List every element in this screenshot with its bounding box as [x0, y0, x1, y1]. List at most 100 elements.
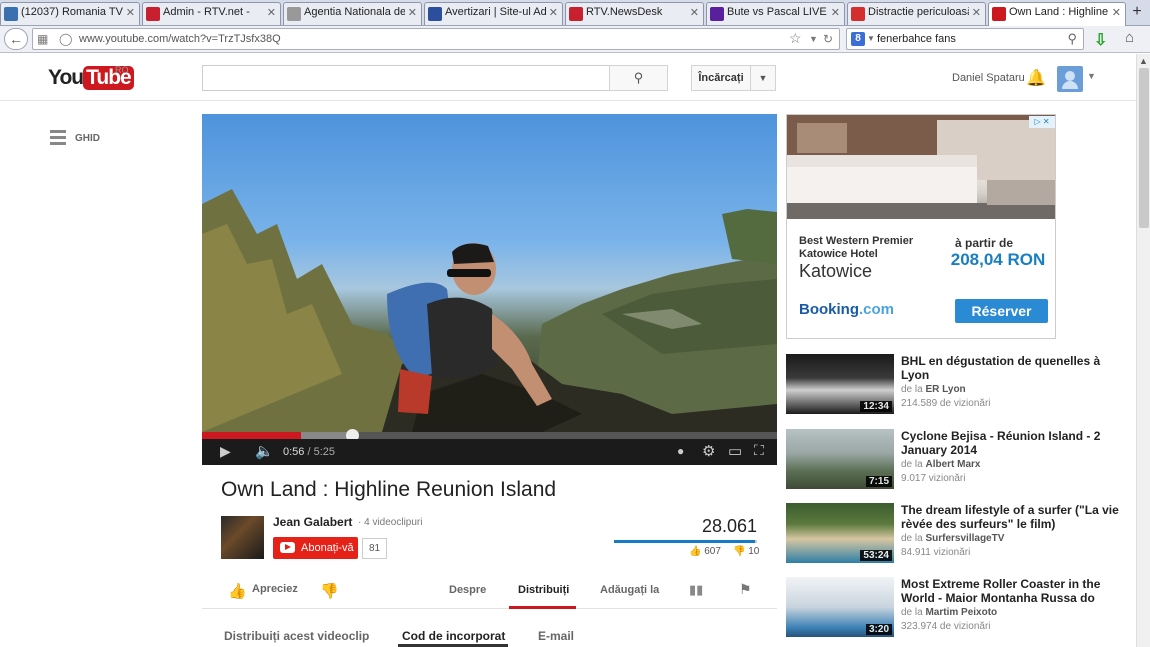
logo-region: RO: [115, 65, 129, 75]
upload-menu-button[interactable]: ▼: [750, 65, 776, 91]
browser-tab[interactable]: Avertizari | Site-ul Ad... ✕: [424, 2, 563, 25]
scrollbar-thumb[interactable]: [1139, 68, 1149, 228]
likes-count[interactable]: 👍 607: [689, 546, 721, 557]
browser-tab[interactable]: Distractie periculoasă...✕: [847, 2, 986, 25]
youtube-logo[interactable]: You Tube RO: [48, 65, 134, 90]
video-player[interactable]: ▶ 🔈 0:56 / 5:25 ● ⚙ ▭ ⛶: [202, 114, 777, 465]
hotel-room-scene: [787, 115, 1055, 219]
related-video-item[interactable]: 7:15 Cyclone Bejisa - Réunion Island - 2 …: [786, 429, 1126, 491]
fullscreen-icon[interactable]: ⛶: [754, 442, 764, 459]
upload-button[interactable]: Încărcați: [691, 65, 751, 91]
browser-tab[interactable]: Bute vs Pascal LIVE B...✕: [706, 2, 845, 25]
stats-icon[interactable]: ▮▮: [689, 582, 703, 598]
flag-icon[interactable]: ⚑: [739, 581, 752, 598]
browser-search-box[interactable]: 8 ▼ fenerbahce fans ⚲: [846, 28, 1084, 50]
rtv-icon: [569, 7, 583, 21]
browser-tab[interactable]: (12037) Romania TV ...✕: [0, 2, 140, 25]
subscribe-button[interactable]: Abonați-vă: [273, 537, 358, 559]
youtube-search-input[interactable]: [202, 65, 610, 91]
avatar[interactable]: [1057, 66, 1083, 92]
tab-email[interactable]: E-mail: [538, 629, 574, 643]
back-button[interactable]: ←: [4, 28, 28, 50]
video-progress-bar[interactable]: [202, 429, 777, 442]
video-thumbnail[interactable]: 7:15: [786, 429, 894, 489]
new-tab-button[interactable]: +: [1128, 4, 1146, 22]
channel-link[interactable]: SurfersvillageTV: [925, 533, 1004, 544]
close-tab-icon[interactable]: ✕: [690, 6, 699, 19]
close-tab-icon[interactable]: ✕: [972, 6, 981, 19]
booking-logo: Booking.com: [799, 301, 894, 318]
video-frame[interactable]: [202, 114, 777, 432]
search-engine-icon[interactable]: 8: [851, 32, 865, 46]
like-button-icon[interactable]: 👍: [228, 582, 247, 600]
video-thumbnail[interactable]: 3:20: [786, 577, 894, 637]
like-button[interactable]: Apreciez: [252, 583, 298, 595]
related-video-item[interactable]: 12:34 BHL en dégustation de quenelles à L…: [786, 354, 1126, 416]
reload-icon[interactable]: ↻: [823, 32, 833, 46]
related-video-item[interactable]: 3:20 Most Extreme Roller Coaster in the W…: [786, 577, 1126, 639]
download-icon[interactable]: ⇩: [1094, 30, 1107, 50]
close-tab-icon[interactable]: ✕: [549, 6, 558, 19]
ad-choices-icon[interactable]: ▷ ✕: [1029, 116, 1055, 128]
notifications-bell-icon[interactable]: 🔔: [1026, 68, 1046, 88]
search-engine-dropdown-icon[interactable]: ▼: [867, 34, 875, 43]
site-identity-icon[interactable]: ◯: [59, 32, 72, 46]
related-video-title[interactable]: Most Extreme Roller Coaster in the World…: [901, 577, 1126, 605]
browser-tab[interactable]: RTV.NewsDesk ✕: [565, 2, 704, 25]
play-icon[interactable]: ▶: [220, 443, 231, 460]
youtube-play-icon: [280, 542, 295, 553]
bookmark-star-icon[interactable]: ☆: [789, 30, 802, 47]
ad-from-label: à partir de: [955, 236, 1014, 250]
watch-later-icon[interactable]: ●: [677, 444, 684, 458]
browser-tab[interactable]: Agentia Nationala de ...✕: [283, 2, 422, 25]
channel-link[interactable]: ER Lyon: [925, 384, 965, 395]
settings-gear-icon[interactable]: ⚙: [702, 442, 715, 460]
dislikes-count[interactable]: 👎 10: [733, 546, 759, 557]
browser-tab[interactable]: Admin - RTV.net - ✕: [142, 2, 281, 25]
page-scrollbar[interactable]: ▲: [1136, 54, 1150, 647]
home-icon[interactable]: ⌂: [1125, 29, 1134, 46]
channel-avatar[interactable]: [221, 516, 264, 559]
related-video-title[interactable]: BHL en dégustation de quenelles à Lyon: [901, 354, 1126, 382]
scroll-up-icon[interactable]: ▲: [1139, 56, 1148, 66]
related-video-title[interactable]: Cyclone Bejisa - Réunion Island - 2 Janu…: [901, 429, 1126, 457]
video-thumbnail[interactable]: 12:34: [786, 354, 894, 414]
theater-mode-icon[interactable]: ▭: [728, 442, 742, 460]
dislike-button-icon[interactable]: 👎: [320, 582, 339, 600]
dislikes-value: 10: [748, 546, 760, 557]
search-icon[interactable]: ⚲: [1067, 31, 1077, 47]
close-tab-icon[interactable]: ✕: [408, 6, 417, 19]
url-text[interactable]: www.youtube.com/watch?v=TrzTJsfx38Q: [79, 33, 281, 45]
channel-video-count[interactable]: · 4 videoclipuri: [358, 517, 422, 528]
channel-name[interactable]: Jean Galabert: [273, 515, 352, 529]
channel-link[interactable]: Martim Peixoto: [925, 607, 997, 618]
search-input[interactable]: fenerbahce fans: [877, 33, 956, 45]
history-dropdown-icon[interactable]: ▼: [809, 34, 818, 44]
close-tab-icon[interactable]: ✕: [1112, 6, 1121, 19]
close-tab-icon[interactable]: ✕: [126, 6, 135, 19]
tab-share[interactable]: Distribuiți: [518, 584, 569, 596]
video-thumbnail[interactable]: 53:24: [786, 503, 894, 563]
address-bar[interactable]: ▦ ◯ www.youtube.com/watch?v=TrzTJsfx38Q …: [32, 28, 840, 50]
volume-icon[interactable]: 🔈: [255, 442, 274, 460]
youtube-search-button[interactable]: ⚲: [609, 65, 668, 91]
related-video-item[interactable]: 53:24 The dream lifestyle of a surfer ("L…: [786, 503, 1126, 565]
hotel-ad[interactable]: ▷ ✕ Best Western Premier Katowice Hotel …: [786, 114, 1056, 339]
account-menu-chevron-icon[interactable]: ▼: [1087, 71, 1096, 81]
tab-about[interactable]: Despre: [449, 584, 486, 596]
hotel-room-image[interactable]: ▷ ✕: [787, 115, 1055, 219]
user-name[interactable]: Daniel Spataru: [952, 72, 1025, 84]
reserve-button[interactable]: Réserver: [955, 299, 1048, 323]
close-tab-icon[interactable]: ✕: [267, 6, 276, 19]
browser-tab-label: (12037) Romania TV ...: [21, 6, 123, 18]
related-video-title[interactable]: The dream lifestyle of a surfer ("La vie…: [901, 503, 1126, 531]
browser-tab[interactable]: Own Land : Highline ...✕: [988, 2, 1126, 26]
tab-embed-code[interactable]: Cod de incorporat: [402, 629, 505, 643]
tab-share-video[interactable]: Distribuiți acest videoclip: [224, 629, 369, 643]
share-panel: Distribuiți acest videoclip Cod de incor…: [202, 609, 777, 647]
tab-add-to[interactable]: Adăugați la: [600, 584, 659, 596]
page-list-icon[interactable]: ▦: [37, 32, 48, 46]
browser-tab-label: Distractie periculoasă...: [868, 6, 969, 18]
channel-link[interactable]: Albert Marx: [925, 459, 980, 470]
close-tab-icon[interactable]: ✕: [831, 6, 840, 19]
